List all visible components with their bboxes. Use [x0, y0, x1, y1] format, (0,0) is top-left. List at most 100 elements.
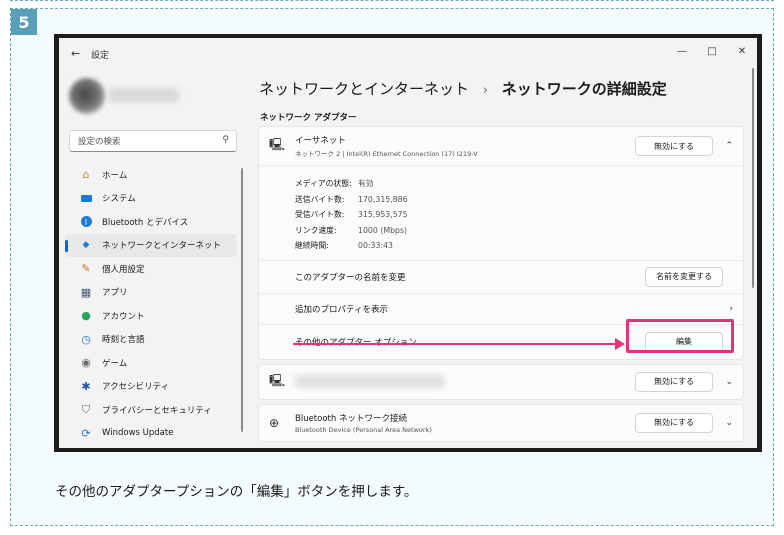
prop-key: 継続時間:: [295, 241, 329, 251]
second-adapter-card: 🖳 無効にする ⌄: [258, 363, 744, 400]
shield-icon: ⛉: [81, 402, 91, 416]
prop-row: リンク速度: 1000 (Mbps): [295, 223, 743, 239]
more-options-label: その他のアダプター オプション: [295, 336, 417, 348]
avatar: [69, 78, 105, 114]
sidebar-item-system[interactable]: システム: [65, 187, 237, 211]
prop-key: リンク速度:: [295, 225, 337, 235]
adapter-list: 🖳 イーサネット ネットワーク 2 | Intel(R) Ethernet Co…: [258, 126, 744, 442]
sidebar-item-label: アカウント: [102, 311, 145, 322]
prop-row: 受信バイト数: 315,953,575: [295, 207, 743, 223]
user-profile[interactable]: [69, 78, 189, 114]
globe-icon: ⊕: [269, 415, 280, 430]
adapter-name: Bluetooth ネットワーク接続: [295, 413, 407, 424]
chevron-down-icon[interactable]: ⌄: [725, 377, 733, 387]
sidebar-item-accessibility[interactable]: ✱ アクセシビリティ: [65, 375, 237, 399]
adapter-subtitle: Bluetooth Device (Personal Area Network): [295, 425, 432, 434]
sidebar-item-label: Windows Update: [102, 428, 174, 439]
sidebar-scrollbar[interactable]: [241, 168, 243, 432]
edit-highlight-box: [626, 319, 734, 353]
sidebar-item-label: ネットワークとインターネット: [102, 241, 222, 252]
prop-value: 1000 (Mbps): [358, 225, 408, 235]
monitor-icon: 🖳: [269, 373, 286, 387]
settings-window: ← 設定 — □ ✕ 設定の検索 ⚲ ⌂ ホーム システム ᛒ Bluetoot…: [59, 38, 757, 448]
sidebar-item-label: ホーム: [102, 170, 128, 181]
rename-row: このアダプターの名前を変更 名前を変更する: [259, 261, 743, 293]
ethernet-disable-button[interactable]: 無効にする: [635, 136, 713, 156]
sidebar-item-apps[interactable]: ▦ アプリ: [65, 281, 237, 305]
back-arrow-icon[interactable]: ←: [71, 47, 80, 60]
sidebar-item-label: 個人用設定: [102, 264, 145, 275]
prop-row: メディアの状態: 有効: [295, 176, 743, 192]
network-icon: ◆: [82, 240, 90, 251]
breadcrumb-parent[interactable]: ネットワークとインターネット: [259, 80, 469, 98]
chevron-up-icon[interactable]: ⌃: [725, 141, 733, 151]
more-properties-label: 追加のプロパティを表示: [295, 304, 388, 315]
sidebar-item-label: 時刻と言語: [102, 335, 145, 346]
system-icon: [79, 191, 93, 205]
sidebar-item-label: アクセシビリティ: [102, 382, 170, 393]
screenshot-frame: ← 設定 — □ ✕ 設定の検索 ⚲ ⌂ ホーム システム ᛒ Bluetoot…: [54, 34, 762, 452]
step-number-badge: 5: [11, 9, 37, 35]
second-adapter-header[interactable]: 🖳 無効にする ⌄: [259, 365, 743, 399]
sidebar-item-accounts[interactable]: ● アカウント: [65, 304, 237, 328]
bluetooth-adapter-card: ⊕ Bluetooth ネットワーク接続 Bluetooth Device (P…: [258, 403, 744, 442]
prop-key: メディアの状態:: [295, 179, 352, 189]
ethernet-header[interactable]: 🖳 イーサネット ネットワーク 2 | Intel(R) Ethernet Co…: [259, 127, 743, 165]
breadcrumb: ネットワークとインターネット › ネットワークの詳細設定: [259, 78, 667, 99]
prop-row: 継続時間: 00:33:43: [295, 238, 743, 254]
prop-value: 00:33:43: [358, 241, 394, 251]
apps-icon: ▦: [80, 285, 92, 299]
close-button[interactable]: ✕: [727, 38, 757, 64]
minimize-button[interactable]: —: [667, 38, 697, 64]
title-bar: ← 設定 — □ ✕: [59, 38, 757, 68]
prop-key: 受信バイト数:: [295, 210, 345, 220]
prop-value: 170,315,886: [358, 194, 408, 204]
window-controls: — □ ✕: [667, 38, 757, 64]
section-label: ネットワーク アダプター: [260, 113, 357, 123]
sidebar-item-gaming[interactable]: ◉ ゲーム: [65, 351, 237, 375]
app-title: 設定: [91, 51, 110, 61]
bluetooth-icon: ᛒ: [79, 215, 93, 229]
search-input[interactable]: 設定の検索 ⚲: [69, 130, 237, 152]
sidebar-item-label: Bluetooth とデバイス: [102, 217, 189, 228]
step-caption: その他のアダプタープションの「編集」ボタンを押します。: [55, 484, 418, 500]
search-icon: ⚲: [222, 135, 229, 145]
update-icon: ⟳: [81, 426, 91, 440]
blurred-adapter-name: [295, 375, 445, 388]
sidebar-nav: ⌂ ホーム システム ᛒ Bluetooth とデバイス ◆ ネットワークとイン…: [65, 163, 237, 445]
second-adapter-disable-button[interactable]: 無効にする: [635, 371, 713, 392]
sidebar-item-personalization[interactable]: ✎ 個人用設定: [65, 257, 237, 281]
game-icon: ◉: [81, 356, 91, 370]
prop-value: 315,953,575: [358, 210, 408, 220]
blurred-user-name: [109, 88, 179, 102]
search-placeholder: 設定の検索: [78, 137, 121, 147]
chevron-down-icon[interactable]: ⌄: [725, 418, 733, 428]
content-scrollbar[interactable]: [752, 68, 754, 288]
time-icon: ◷: [81, 332, 91, 346]
prop-key: 送信バイト数:: [295, 194, 345, 204]
annotation-arrow-line: [293, 343, 617, 345]
bluetooth-disable-button[interactable]: 無効にする: [635, 412, 713, 433]
breadcrumb-separator: ›: [482, 83, 488, 98]
rename-button[interactable]: 名前を変更する: [645, 266, 723, 287]
prop-row: 送信バイト数: 170,315,886: [295, 192, 743, 208]
chevron-right-icon: ›: [729, 303, 733, 314]
sidebar-item-bluetooth[interactable]: ᛒ Bluetooth とデバイス: [65, 210, 237, 234]
home-icon: ⌂: [82, 168, 90, 182]
bluetooth-adapter-header[interactable]: ⊕ Bluetooth ネットワーク接続 Bluetooth Device (P…: [259, 405, 743, 441]
sidebar-item-privacy[interactable]: ⛉ プライバシーとセキュリティ: [65, 398, 237, 422]
sidebar-item-time-language[interactable]: ◷ 時刻と言語: [65, 328, 237, 352]
sidebar-item-windows-update[interactable]: ⟳ Windows Update: [65, 422, 237, 446]
sidebar-item-label: プライバシーとセキュリティ: [102, 405, 212, 416]
sidebar-item-network[interactable]: ◆ ネットワークとインターネット: [65, 233, 237, 257]
frame-top-border: [10, 0, 774, 8]
accessibility-icon: ✱: [81, 379, 91, 393]
monitor-icon: 🖳: [269, 137, 286, 152]
page-title: ネットワークの詳細設定: [501, 80, 667, 98]
annotation-arrow-head: [615, 338, 625, 350]
sidebar-item-label: システム: [102, 194, 136, 205]
sidebar-item-label: ゲーム: [102, 358, 128, 369]
maximize-button[interactable]: □: [697, 38, 727, 64]
sidebar-item-home[interactable]: ⌂ ホーム: [65, 163, 237, 187]
sidebar-item-label: アプリ: [102, 288, 128, 299]
